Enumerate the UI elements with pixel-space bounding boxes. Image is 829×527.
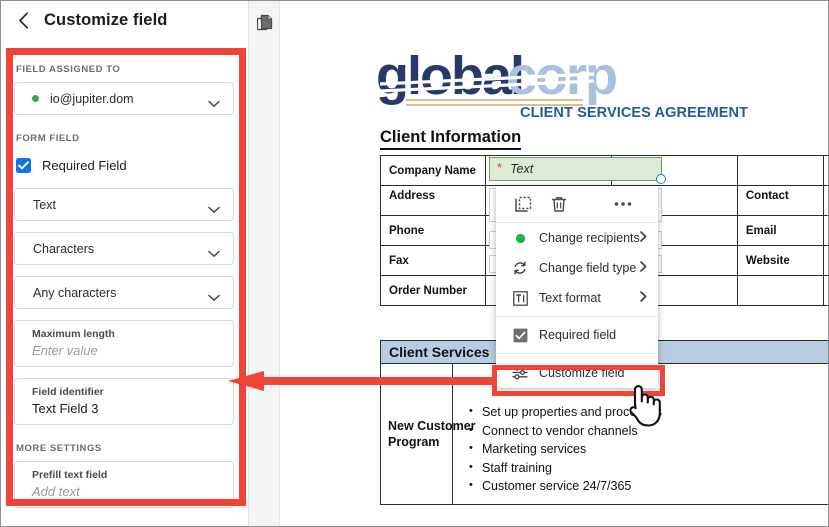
row-label2: Email: [736, 215, 825, 246]
globalcorp-logo: global corp: [376, 46, 618, 110]
page-title: Customize field: [44, 10, 168, 29]
row-value2[interactable]: [823, 185, 829, 216]
refresh-icon: [510, 260, 530, 276]
menu-item-label: Text format: [539, 291, 601, 305]
more-options-icon[interactable]: [614, 195, 632, 213]
menu-item-required-field[interactable]: Required field: [496, 320, 658, 350]
row-label2: [736, 155, 825, 186]
length-unit-value: Characters: [33, 241, 95, 256]
required-field-checkbox[interactable]: [16, 158, 31, 173]
duplicate-icon[interactable]: [514, 195, 532, 213]
chevron-down-icon: [208, 289, 220, 301]
prefill-label: Prefill text field: [32, 469, 108, 481]
menu-item-change-recipients[interactable]: Change recipients: [496, 223, 658, 253]
prefill-input[interactable]: Add text: [32, 484, 233, 499]
list-item: Connect to vendor channels: [468, 421, 798, 441]
chevron-right-icon: [640, 261, 647, 275]
field-identifier-field[interactable]: Field identifier Text Field 3: [14, 378, 234, 425]
delete-icon[interactable]: [550, 195, 568, 213]
menu-item-label: Change recipients: [539, 231, 640, 245]
customize-field-sidebar: Customize field FIELD ASSIGNED TO io@jup…: [0, 0, 249, 527]
screenshot-root: Customize field FIELD ASSIGNED TO io@jup…: [0, 0, 829, 527]
row-label: Order Number: [379, 275, 487, 306]
list-item: Marketing services: [468, 439, 798, 459]
menu-item-text-format[interactable]: Text format: [496, 283, 658, 313]
field-identifier-input[interactable]: Text Field 3: [32, 401, 233, 416]
menu-item-label: Change field type: [539, 261, 637, 275]
field-context-menu: Change recipients Change field type Text…: [496, 186, 658, 388]
row-label: Address: [379, 185, 487, 216]
section-label-form-field: FORM FIELD: [16, 133, 80, 144]
row-value2[interactable]: [823, 275, 829, 306]
section-label-more-settings: MORE SETTINGS: [16, 443, 102, 454]
required-field-label: Required Field: [42, 158, 127, 173]
charset-select[interactable]: Any characters: [14, 276, 234, 309]
menu-item-label: Customize field: [539, 365, 625, 380]
chevron-left-icon[interactable]: [14, 11, 32, 29]
prefill-text-field[interactable]: Prefill text field Add text: [14, 461, 234, 508]
row-value2[interactable]: [823, 215, 829, 246]
recipient-dot-icon: [510, 233, 530, 244]
chevron-down-icon: [208, 95, 220, 107]
pages-icon[interactable]: [256, 14, 273, 31]
sidebar-body: FIELD ASSIGNED TO io@jupiter.dom FORM FI…: [0, 44, 248, 527]
row-label: Fax: [379, 245, 487, 276]
chevron-down-icon: [208, 245, 220, 257]
row-value2[interactable]: [823, 245, 829, 276]
row-label: Phone: [379, 215, 487, 246]
menu-item-change-field-type[interactable]: Change field type: [496, 253, 658, 283]
list-item: Set up properties and processes: [468, 402, 798, 422]
required-marker: *: [497, 160, 503, 175]
chevron-down-icon: [208, 201, 220, 213]
menu-item-customize-field[interactable]: Customize field: [496, 357, 658, 388]
maximum-length-label: Maximum length: [32, 328, 115, 340]
charset-value: Any characters: [33, 285, 117, 300]
client-information-heading: Client Information: [380, 128, 522, 150]
maximum-length-input[interactable]: Enter value: [32, 343, 233, 358]
sliders-icon: [510, 365, 530, 380]
recipient-status-dot-icon: [32, 95, 39, 102]
field-type-value: Text: [33, 197, 56, 212]
section-label-field-assigned-to: FIELD ASSIGNED TO: [16, 64, 121, 75]
list-item: Staff training: [468, 458, 798, 478]
field-type-select[interactable]: Text: [14, 188, 234, 221]
chevron-right-icon: [640, 291, 647, 305]
sidebar-header: Customize field: [0, 0, 248, 40]
length-unit-select[interactable]: Characters: [14, 232, 234, 265]
row-label2: Website: [736, 245, 825, 276]
row-label2: Contact: [736, 185, 825, 216]
list-item: Customer service 24/7/365: [468, 476, 798, 496]
row-value2[interactable]: [823, 155, 829, 186]
agreement-title: CLIENT SERVICES AGREEMENT: [520, 105, 749, 121]
recipient-value: io@jupiter.dom: [50, 91, 134, 106]
field-identifier-label: Field identifier: [32, 386, 104, 398]
row-label: Company Name: [379, 155, 487, 186]
maximum-length-field[interactable]: Maximum length Enter value: [14, 320, 234, 367]
client-services-heading: Client Services: [389, 344, 490, 360]
chevron-right-icon: [640, 231, 647, 245]
context-menu-toolbar: [496, 186, 658, 223]
document-left-toolbar: [249, 0, 280, 527]
checkbox-checked-icon: [510, 328, 530, 343]
menu-divider: [496, 316, 658, 317]
active-text-form-field[interactable]: * Text: [489, 157, 662, 181]
menu-item-label: Required field: [539, 328, 617, 342]
required-field-row[interactable]: Required Field: [16, 158, 234, 173]
client-services-bullets: Set up properties and processes Connect …: [468, 402, 798, 496]
row-label2: [736, 275, 825, 306]
field-resize-handle[interactable]: [656, 174, 666, 184]
active-field-label: Text: [510, 162, 534, 176]
menu-divider: [496, 353, 658, 354]
text-format-icon: [510, 290, 530, 306]
recipient-select[interactable]: io@jupiter.dom: [14, 82, 234, 115]
